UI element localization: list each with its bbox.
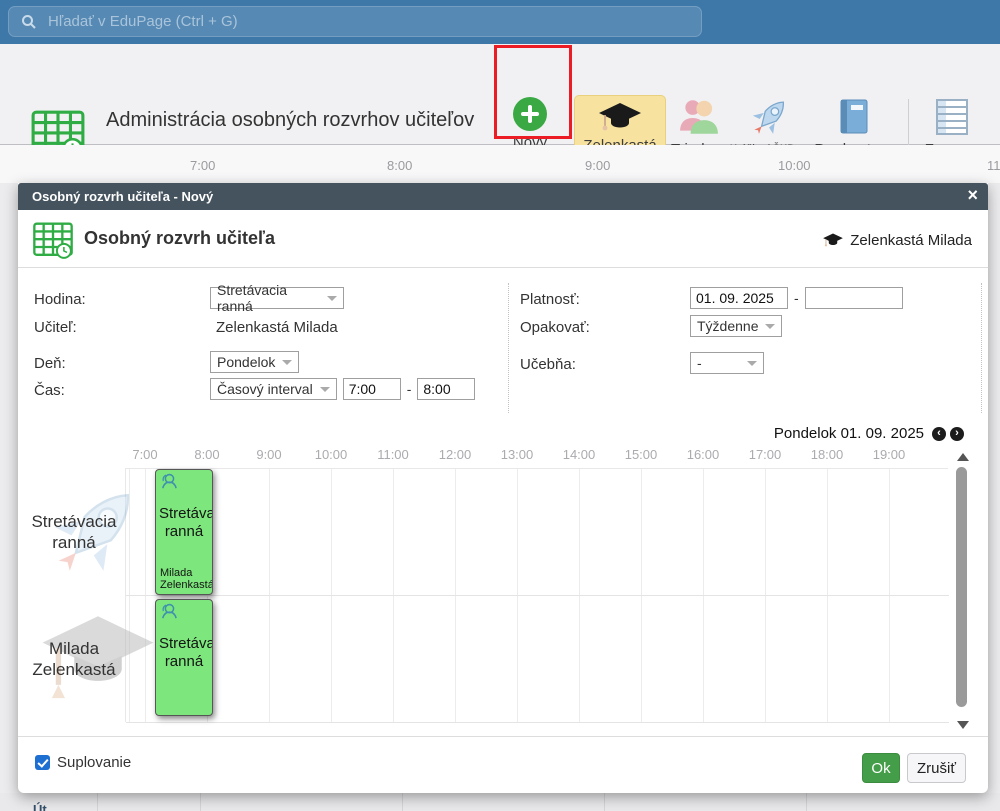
form-right-divider [981,283,982,413]
close-icon[interactable]: × [967,185,978,206]
annotation-highlight-box [494,45,572,139]
cas-type-select[interactable]: Časový interval [210,378,337,400]
ok-button[interactable]: Ok [862,753,900,783]
background-timeline: 7:00 8:00 9:00 10:00 11 [0,145,1000,183]
scroll-up-icon[interactable] [957,453,969,461]
dialog-header: Osobný rozvrh učiteľa Zelenkastá Milada [18,210,988,268]
time-from-input[interactable] [343,378,401,400]
dialog-titlebar[interactable]: Osobný rozvrh učiteľa - Nový × [18,183,988,210]
book-icon [834,96,874,138]
personal-timetable-dialog: Osobný rozvrh učiteľa - Nový × Osobný ro… [18,183,988,793]
dash: - [407,381,412,397]
grid-scrollbar[interactable] [954,449,972,729]
person-icon [159,472,178,491]
search-icon [21,14,37,30]
ucitel-label: Učiteľ: [34,319,77,336]
valid-from-input[interactable] [690,287,788,309]
dialog-title: Osobný rozvrh učiteľa - Nový [32,189,213,204]
ucitel-value: Zelenkastá Milada [216,319,338,336]
form-column-divider [508,283,509,413]
chevron-down-icon [282,360,292,365]
timetable-icon [32,219,74,261]
scroll-down-icon[interactable] [957,721,969,729]
edupage-screen: Administrácia osobných rozvrhov učiteľov… [0,0,1000,811]
timetable-grid[interactable] [125,468,948,722]
row-label-teacher: Milada Zelenkastá [24,595,124,722]
checkbox-checked-icon[interactable] [35,755,50,770]
top-bar [0,0,1000,44]
time-to-input[interactable] [417,378,475,400]
den-select[interactable]: Pondelok [210,351,299,373]
chevron-down-icon [765,324,775,329]
dialog-heading: Osobný rozvrh učiteľa [84,228,275,249]
scrollbar-thumb[interactable] [956,467,967,707]
row-label-lesson: Stretávacia ranná [24,468,124,595]
rocket-icon [749,96,791,138]
people-icon [678,96,720,138]
person-icon [159,602,178,621]
den-label: Deň: [34,355,66,372]
cancel-button[interactable]: Zrušiť [907,753,966,783]
suplovanie-checkbox-row[interactable]: Suplovanie [35,754,131,771]
search-input[interactable] [46,12,650,31]
chevron-down-icon [327,296,337,301]
lesson-event-block[interactable]: Stretávacia ranná Milada Zelenkastá [155,469,213,595]
date-label: Pondelok 01. 09. 2025 [774,425,924,442]
page-title: Administrácia osobných rozvrhov učiteľov [106,107,476,134]
ucebna-label: Učebňa: [520,356,576,373]
prev-day-button[interactable]: ‹ [932,427,946,441]
graduation-cap-icon [822,233,844,248]
search-box[interactable] [8,6,702,37]
opakovat-select[interactable]: Týždenne [690,315,782,337]
platnost-label: Platnosť: [520,291,580,308]
chevron-down-icon [320,387,330,392]
hodina-label: Hodina: [34,291,86,308]
dash: - [794,290,799,306]
date-navigation: Pondelok 01. 09. 2025 ‹ › [774,425,964,442]
ucebna-select[interactable]: - [690,352,764,374]
teacher-badge: Zelenkastá Milada [822,232,972,249]
dialog-footer: Suplovanie Ok Zrušiť [18,736,988,793]
event-subtitle: Milada Zelenkastá [160,567,213,591]
grid-row-teacher[interactable] [126,596,949,723]
chevron-down-icon [747,361,757,366]
checkbox-label: Suplovanie [57,754,131,771]
list-icon [932,96,972,138]
background-grid-strip: Út [0,793,1000,811]
background-text-fragment: Út [33,802,47,811]
next-day-button[interactable]: › [950,427,964,441]
valid-to-input[interactable] [805,287,903,309]
grid-hour-header: 7:00 8:00 9:00 10:00 11:00 12:00 13:00 1… [125,447,885,463]
opakovat-label: Opakovať: [520,319,590,336]
teacher-event-block[interactable]: Stretávacia ranná [155,599,213,716]
cas-label: Čas: [34,382,65,399]
hodina-select[interactable]: Stretávacia ranná [210,287,344,309]
graduation-cap-icon [597,102,643,134]
grid-row-lesson[interactable] [126,469,949,596]
